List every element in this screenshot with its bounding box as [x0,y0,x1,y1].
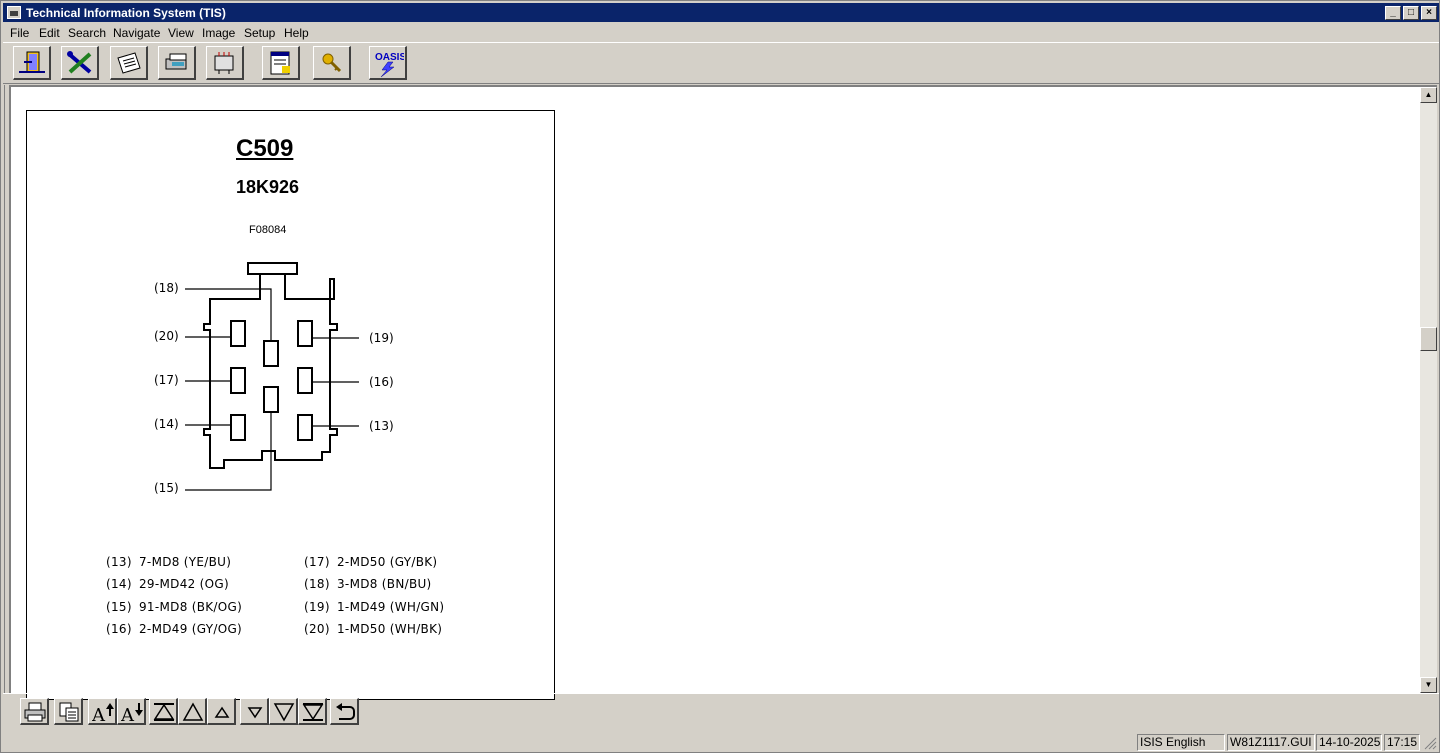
document-viewer: C509 18K926 F08084 (18) (20) (17) (14) (… [9,85,1437,700]
pin-label-18: (18) [154,281,179,295]
window-title: Technical Information System (TIS) [26,6,226,20]
vehicle-button[interactable] [158,46,196,80]
copy-button[interactable] [54,698,83,725]
line-up-icon [214,706,230,718]
scroll-down-button[interactable]: ▼ [1420,677,1437,693]
terminal-16 [297,367,313,394]
pin-label-16: (16) [369,375,394,389]
menu-file[interactable]: File [10,26,29,40]
status-language: ISIS English [1137,734,1225,751]
line-down-button[interactable] [240,698,269,725]
module-button[interactable] [206,46,244,80]
oasis-icon: OASIS [375,52,404,78]
menu-setup[interactable]: Setup [244,26,275,40]
terminal-15 [263,386,279,413]
scroll-up-button[interactable]: ▲ [1420,87,1437,103]
exit-button[interactable] [13,46,51,80]
status-bar: ISIS English W81Z1117.GUI 14-10-2025 17:… [3,733,1439,752]
menu-edit[interactable]: Edit [39,26,60,40]
module-icon [214,52,234,74]
line-up-button[interactable] [207,698,236,725]
pin-label-17: (17) [154,373,179,387]
first-page-button[interactable] [149,698,178,725]
menu-view[interactable]: View [168,26,194,40]
font-smaller-button[interactable]: A [117,698,146,725]
font-smaller-icon: A [121,703,143,722]
status-file: W81Z1117.GUI [1227,734,1315,751]
print-icon [24,702,46,722]
status-time: 17:15 [1384,734,1420,751]
document-button[interactable] [110,46,148,80]
printer-list-icon [270,51,290,75]
exit-door-icon [19,51,45,73]
terminal-20 [230,320,246,347]
pin-label-15: (15) [154,481,179,495]
app-icon[interactable] [7,6,21,19]
app-window: Technical Information System (TIS) _ □ ×… [0,0,1440,753]
terminal-19 [297,320,313,347]
menu-image[interactable]: Image [202,26,235,40]
copy-icon [59,702,79,722]
vertical-scrollbar[interactable]: ▲ ▼ [1420,87,1437,693]
pin-label-20: (20) [154,329,179,343]
terminal-18 [263,340,279,367]
menu-bar: File Edit Search Navigate View Image Set… [3,23,1439,42]
svg-text:A: A [92,705,106,722]
key-button[interactable] [313,46,351,80]
tools-icon [67,51,92,74]
pin-label-19: (19) [369,331,394,345]
menu-navigate[interactable]: Navigate [113,26,160,40]
last-page-button[interactable] [298,698,327,725]
terminal-17 [230,367,246,394]
menu-help[interactable]: Help [284,26,309,40]
back-button[interactable] [330,698,359,725]
font-larger-button[interactable]: A [88,698,117,725]
terminal-13 [297,414,313,441]
pin-label-14: (14) [154,417,179,431]
page-down-icon [273,703,295,722]
oasis-button[interactable]: OASIS [369,46,407,80]
menu-search[interactable]: Search [68,26,106,40]
left-splitter[interactable] [1,85,9,693]
oasis-label: OASIS [375,52,404,63]
printer-list-button[interactable] [262,46,300,80]
minimize-button[interactable]: _ [1385,6,1401,20]
terminal-14 [230,414,246,441]
tools-button[interactable] [61,46,99,80]
print-button[interactable] [20,698,49,725]
maximize-button[interactable]: □ [1403,6,1419,20]
vehicle-icon [165,53,187,70]
key-icon [322,53,342,73]
connector-document: C509 18K926 F08084 (18) (20) (17) (14) (… [26,110,555,700]
line-down-icon [247,707,263,719]
status-date: 14-10-2025 [1316,734,1382,751]
title-bar: Technical Information System (TIS) _ □ × [3,3,1439,22]
pin-label-13: (13) [369,419,394,433]
font-larger-icon: A [92,703,114,722]
first-page-icon [153,703,175,721]
svg-text:A: A [121,705,135,722]
last-page-icon [302,703,324,721]
page-up-icon [182,702,204,721]
navigation-toolbar: A A [3,693,1439,733]
document-icon [117,52,141,74]
back-icon [336,703,355,720]
resize-grip-icon[interactable] [1423,736,1437,750]
page-up-button[interactable] [178,698,207,725]
close-button[interactable]: × [1421,6,1437,20]
page-down-button[interactable] [269,698,298,725]
scroll-thumb[interactable] [1420,327,1437,351]
main-toolbar: OASIS [3,42,1439,84]
